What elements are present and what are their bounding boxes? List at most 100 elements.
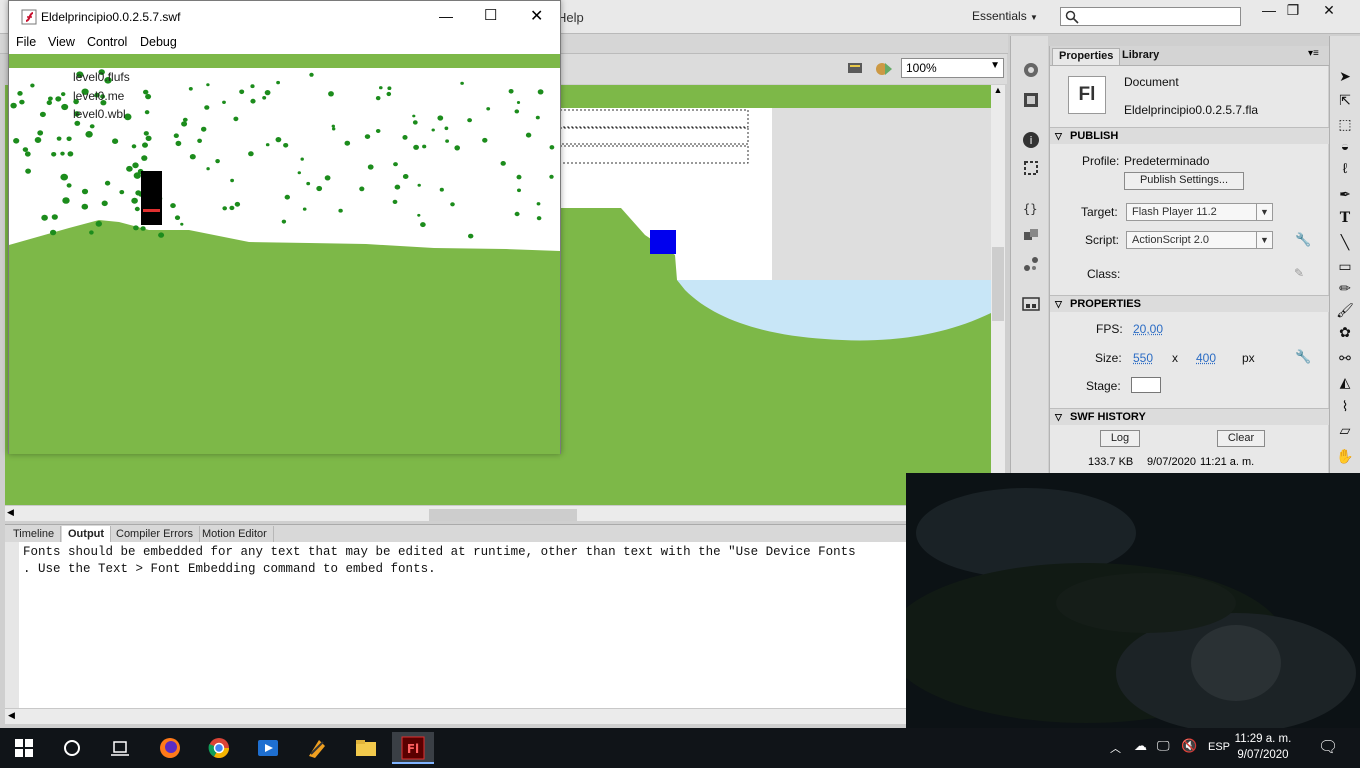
scroll-thumb[interactable] [992, 247, 1004, 321]
firefox-taskbar-button[interactable] [149, 732, 191, 764]
swf-history-section-header[interactable]: ▽ SWF HISTORY [1050, 408, 1329, 425]
scroll-up-icon[interactable]: ▲ [991, 85, 1005, 101]
leaf-dot [215, 159, 220, 164]
wrench-icon[interactable]: 🔧 [1295, 232, 1311, 248]
chrome-taskbar-button[interactable] [198, 732, 240, 764]
wrench-icon[interactable]: 🔧 [1295, 349, 1311, 365]
movie-explorer-icon[interactable] [1021, 254, 1041, 274]
notifications-icon[interactable]: 🗨 [1318, 737, 1338, 757]
deco-tool-icon[interactable]: ✿ [1334, 324, 1356, 344]
taskbar-clock[interactable]: 11:29 a. m. 9/07/2020 [1232, 731, 1294, 763]
workspace-switcher[interactable]: Essentials ▼ [972, 9, 1038, 23]
menu-debug[interactable]: Debug [140, 35, 177, 49]
scroll-left-icon[interactable]: ◀ [8, 710, 15, 721]
eraser-tool-icon[interactable]: ▱ [1334, 422, 1356, 442]
tray-app-icon[interactable]: ☁ [1134, 738, 1147, 754]
zoom-select[interactable]: 100% ▼ [901, 58, 1004, 78]
svg-text:i: i [1029, 134, 1032, 147]
volume-muted-icon[interactable]: 🔇 [1181, 738, 1197, 754]
video-overlay[interactable] [906, 473, 1360, 728]
menu-help[interactable]: Help [557, 10, 584, 25]
rectangle-tool-icon[interactable]: ▭ [1334, 258, 1356, 278]
flash-taskbar-button[interactable]: Fl [392, 732, 434, 764]
actions-icon[interactable]: {} [1021, 198, 1041, 218]
publish-settings-button[interactable]: Publish Settings... [1124, 172, 1244, 190]
menu-file[interactable]: File [16, 35, 36, 49]
chevron-up-icon[interactable]: ︿ [1110, 740, 1121, 756]
edit-symbols-icon[interactable] [873, 59, 895, 79]
size-height-value[interactable]: 400 [1196, 351, 1216, 365]
output-horizontal-scrollbar[interactable]: ◀ [5, 708, 906, 724]
lasso-tool-icon[interactable]: ℓ [1334, 160, 1356, 180]
maximize-icon[interactable]: ☐ [484, 6, 497, 24]
subselection-tool-icon[interactable]: ⇱ [1334, 92, 1356, 112]
leaf-dot [482, 137, 488, 143]
line-tool-icon[interactable]: ╲ [1334, 234, 1356, 254]
panel-menu-icon[interactable]: ▾≡ [1308, 48, 1319, 59]
brush-tool-icon[interactable]: 🖌 [1334, 302, 1356, 322]
network-icon[interactable]: 🖵 [1157, 738, 1170, 754]
start-button[interactable] [3, 732, 45, 764]
leaf-dot [51, 214, 58, 220]
info-icon[interactable]: i [1021, 130, 1041, 150]
stage-vertical-scrollbar[interactable]: ▲ [991, 85, 1005, 505]
motion-presets-icon[interactable] [1021, 60, 1041, 80]
script-value: ActionScript 2.0 [1132, 234, 1210, 246]
media-player-taskbar-button[interactable] [247, 732, 289, 764]
minimize-icon[interactable]: — [439, 8, 453, 24]
menu-control[interactable]: Control [87, 35, 127, 49]
clear-button[interactable]: Clear [1217, 430, 1265, 447]
input-language[interactable]: ESP [1208, 741, 1230, 753]
stage-horizontal-scrollbar[interactable]: ◀ [5, 505, 1005, 521]
text-tool-icon[interactable]: T [1334, 210, 1356, 230]
scroll-left-icon[interactable]: ◀ [7, 507, 14, 518]
script-label: Script: [1085, 233, 1120, 247]
app-taskbar-button[interactable] [296, 732, 338, 764]
tab-output[interactable]: Output [62, 526, 112, 543]
swf-game-canvas[interactable]: level0.flufs level0.me level0.wbl [9, 54, 560, 454]
bone-tool-icon[interactable]: ⚯ [1334, 350, 1356, 370]
leaf-dot [359, 186, 365, 192]
output-panel[interactable]: Fonts should be embedded for any text th… [5, 542, 906, 710]
free-transform-icon[interactable]: ⬚ [1334, 116, 1356, 136]
stage-color-swatch[interactable] [1131, 377, 1161, 393]
components-icon[interactable] [1021, 226, 1041, 246]
script-select[interactable]: ActionScript 2.0 ▼ [1126, 231, 1273, 249]
publish-section-header[interactable]: ▽ PUBLISH [1050, 127, 1329, 144]
project-icon[interactable] [1021, 294, 1041, 314]
transform-icon[interactable] [1021, 158, 1041, 178]
close-icon[interactable]: ✕ [530, 6, 543, 26]
edit-scene-icon[interactable] [846, 60, 866, 78]
tab-timeline[interactable]: Timeline [7, 526, 62, 543]
fps-value[interactable]: 20,00 [1133, 322, 1163, 336]
task-view-button[interactable] [99, 732, 141, 764]
menu-view[interactable]: View [48, 35, 75, 49]
size-width-value[interactable]: 550 [1133, 351, 1153, 365]
eyedropper-icon[interactable]: ⌇ [1334, 398, 1356, 418]
tab-library[interactable]: Library [1116, 48, 1165, 65]
properties-section-header[interactable]: ▽ PROPERTIES [1050, 295, 1329, 312]
minimize-icon[interactable]: — [1256, 2, 1282, 20]
log-button[interactable]: Log [1100, 430, 1140, 447]
selection-tool-icon[interactable]: ➤ [1334, 68, 1356, 88]
file-explorer-taskbar-button[interactable] [345, 732, 387, 764]
close-icon[interactable]: ✕ [1316, 2, 1342, 20]
paint-bucket-icon[interactable]: ◭ [1334, 374, 1356, 394]
pencil-icon[interactable]: ✎ [1294, 266, 1304, 280]
scroll-thumb[interactable] [429, 509, 577, 521]
restore-icon[interactable]: ❐ [1280, 2, 1306, 20]
help-search-input[interactable] [1060, 7, 1241, 26]
swf-player-window[interactable]: Eldelprincipio0.0.2.5.7.swf — ☐ ✕ File V… [8, 0, 561, 454]
hand-tool-icon[interactable]: ✋ [1334, 448, 1356, 468]
panel-collapse-bar[interactable] [1008, 34, 1360, 46]
tab-motion-editor[interactable]: Motion Editor [196, 526, 274, 543]
3d-rotation-icon[interactable]: ◒ [1334, 138, 1356, 158]
align-icon[interactable] [1021, 90, 1041, 110]
tab-properties[interactable]: Properties [1052, 48, 1121, 65]
tab-compiler-errors[interactable]: Compiler Errors [110, 526, 201, 543]
trace-line: level0.wbl [73, 107, 126, 121]
pencil-tool-icon[interactable]: ✏ [1334, 280, 1356, 300]
pen-tool-icon[interactable]: ✒ [1334, 186, 1356, 206]
search-button[interactable] [51, 732, 93, 764]
target-select[interactable]: Flash Player 11.2 ▼ [1126, 203, 1273, 221]
